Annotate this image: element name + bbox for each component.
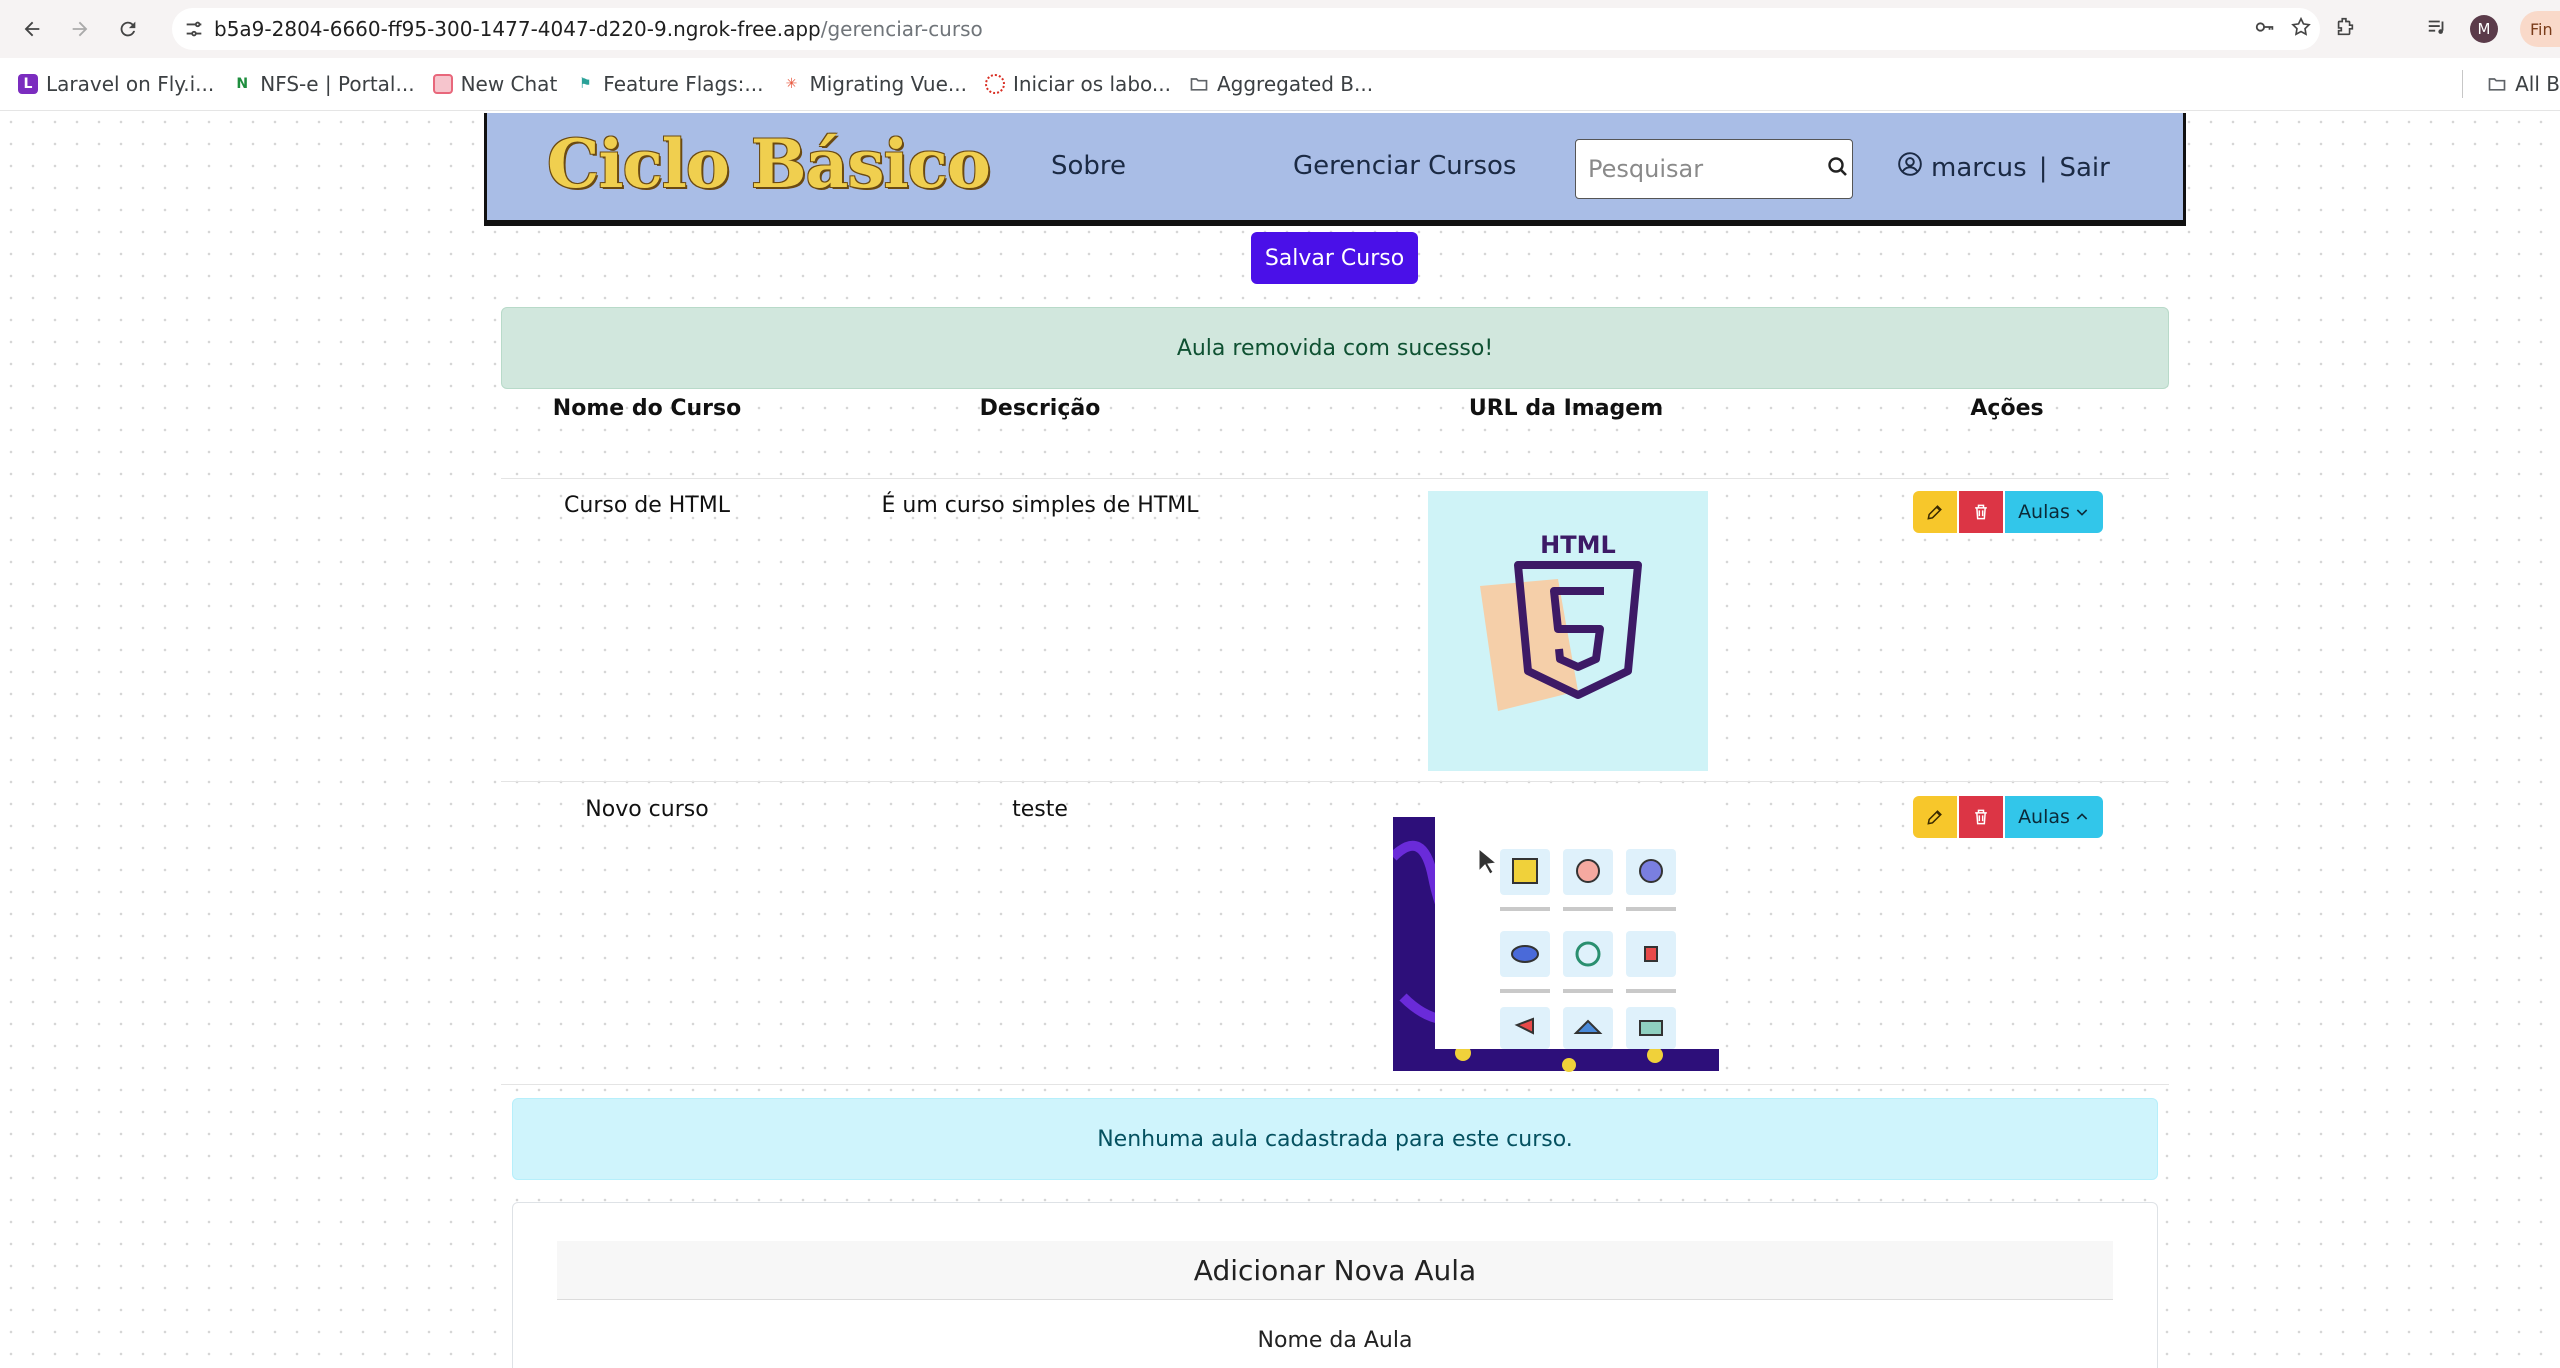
user-separator: | (2038, 152, 2048, 183)
course-description-cell: teste (1012, 797, 1068, 822)
add-lesson-card: Adicionar Nova Aula Nome da Aula (512, 1202, 2158, 1368)
browser-toolbar: b5a9-2804-6660-ff95-300-1477-4047-d220-9… (0, 0, 2560, 58)
pencil-icon (1927, 810, 1942, 825)
search-icon[interactable] (1826, 155, 1850, 183)
add-lesson-title: Adicionar Nova Aula (557, 1241, 2113, 1300)
bookmark-label: New Chat (460, 72, 558, 96)
nfse-icon: N (236, 76, 249, 92)
laravel-icon: L (18, 74, 38, 94)
reload-button[interactable] (104, 5, 152, 53)
url-text: b5a9-2804-6660-ff95-300-1477-4047-d220-9… (214, 17, 983, 41)
bookmark-item[interactable]: N NFS-e | Portal... (232, 72, 414, 96)
reload-icon (120, 21, 136, 37)
lab-icon (984, 74, 1005, 94)
edit-course-button[interactable] (1913, 491, 1957, 533)
lessons-button-label: Aulas (2018, 501, 2070, 523)
bookmark-item[interactable]: ⚑ Feature Flags:... (575, 72, 763, 96)
save-course-button[interactable]: Salvar Curso (1251, 232, 1418, 284)
url-path: /gerenciar-curso (820, 17, 983, 41)
profile-name-pill[interactable]: Fin (2520, 11, 2560, 47)
trash-icon (1975, 809, 1987, 825)
bookmarks-separator (2462, 70, 2464, 98)
bookmark-label: NFS-e | Portal... (260, 72, 415, 96)
all-bookmarks-label: All B (2515, 72, 2560, 96)
chevron-down-icon (2076, 509, 2088, 516)
html5-course-image: HTML (1428, 491, 1708, 771)
password-key-icon[interactable] (2254, 16, 2276, 42)
url-host: b5a9-2804-6660-ff95-300-1477-4047-d220-9… (214, 17, 821, 41)
delete-course-button[interactable] (1959, 796, 2003, 838)
lessons-button-label: Aulas (2018, 806, 2070, 828)
bookmark-label: Feature Flags:... (603, 72, 764, 96)
course-name-cell: Novo curso (585, 797, 709, 822)
chat-icon (432, 74, 453, 94)
vue-icon: ✳ (785, 76, 798, 92)
delete-course-button[interactable] (1959, 491, 2003, 533)
bookmark-label: Migrating Vue... (809, 72, 967, 96)
folder-icon (1189, 74, 1209, 94)
folder-icon (2487, 74, 2507, 94)
table-row-divider (501, 781, 2169, 782)
trash-icon (1975, 504, 1987, 520)
search-box (1575, 139, 1853, 199)
bookmark-star-icon[interactable] (2290, 16, 2312, 42)
site-settings-icon[interactable] (174, 9, 214, 49)
pencil-icon (1927, 505, 1942, 520)
bookmark-folder[interactable]: Aggregated B... (1189, 72, 1373, 96)
bookmarks-bar: L Laravel on Fly.i... N NFS-e | Portal..… (0, 58, 2560, 111)
arrow-left-icon (24, 21, 40, 37)
chevron-up-icon (2076, 813, 2088, 820)
bookmark-label: Iniciar os labo... (1012, 72, 1171, 96)
profile-avatar[interactable]: M (2470, 15, 2498, 43)
row-actions: Aulas (1913, 491, 2103, 533)
course-description-cell: É um curso simples de HTML (881, 493, 1199, 518)
arrow-right-icon (72, 21, 88, 37)
extensions-icon[interactable] (2334, 16, 2356, 42)
table-header-divider (501, 478, 2169, 479)
address-bar[interactable]: b5a9-2804-6660-ff95-300-1477-4047-d220-9… (172, 8, 2320, 50)
no-lessons-alert: Nenhuma aula cadastrada para este curso. (512, 1098, 2158, 1180)
column-header-course-name: Nome do Curso (552, 396, 742, 421)
bookmark-item[interactable]: L Laravel on Fly.i... (18, 72, 214, 96)
feature-flags-icon: ⚑ (579, 76, 592, 92)
table-row-divider (501, 1084, 2169, 1085)
all-bookmarks-button[interactable]: All B (2487, 72, 2560, 96)
lesson-name-label: Nome da Aula (1257, 1328, 1413, 1353)
bookmark-item[interactable]: Iniciar os labo... (984, 72, 1171, 96)
forward-button[interactable] (56, 5, 104, 53)
user-menu: marcus | Sair (1897, 151, 2110, 184)
username-label: marcus (1931, 152, 2027, 183)
row-actions: Aulas (1913, 796, 2103, 838)
course-name-cell: Curso de HTML (564, 493, 730, 518)
lessons-dropdown-button[interactable]: Aulas (2005, 491, 2103, 533)
html-thumb-label: HTML (1540, 531, 1616, 559)
column-header-actions: Ações (1970, 396, 2044, 421)
bookmark-item[interactable]: New Chat (432, 72, 558, 96)
course-icons-collage-image (1389, 797, 1723, 1073)
back-button[interactable] (8, 5, 56, 53)
edit-course-button[interactable] (1913, 796, 1957, 838)
column-header-description: Descrição (979, 396, 1101, 421)
nav-link-gerenciar-cursos[interactable]: Gerenciar Cursos (1293, 151, 1516, 181)
success-alert: Aula removida com sucesso! (501, 307, 2169, 389)
media-controls-icon[interactable] (2426, 16, 2448, 42)
logout-link[interactable]: Sair (2059, 153, 2109, 183)
bookmark-label: Laravel on Fly.i... (46, 72, 215, 96)
site-logo[interactable]: Ciclo Básico (547, 125, 991, 203)
lessons-dropdown-button[interactable]: Aulas (2005, 796, 2103, 838)
nav-link-sobre[interactable]: Sobre (1051, 151, 1126, 181)
column-header-image-url: URL da Imagem (1468, 396, 1664, 421)
bookmark-label: Aggregated B... (1216, 72, 1374, 96)
search-input[interactable] (1586, 154, 1810, 184)
bookmark-item[interactable]: ✳ Migrating Vue... (781, 72, 967, 96)
site-header: Ciclo Básico Sobre Gerenciar Cursos marc… (484, 113, 2186, 223)
user-circle-icon (1897, 151, 1923, 184)
page-viewport: Ciclo Básico Sobre Gerenciar Cursos marc… (0, 111, 2560, 1368)
